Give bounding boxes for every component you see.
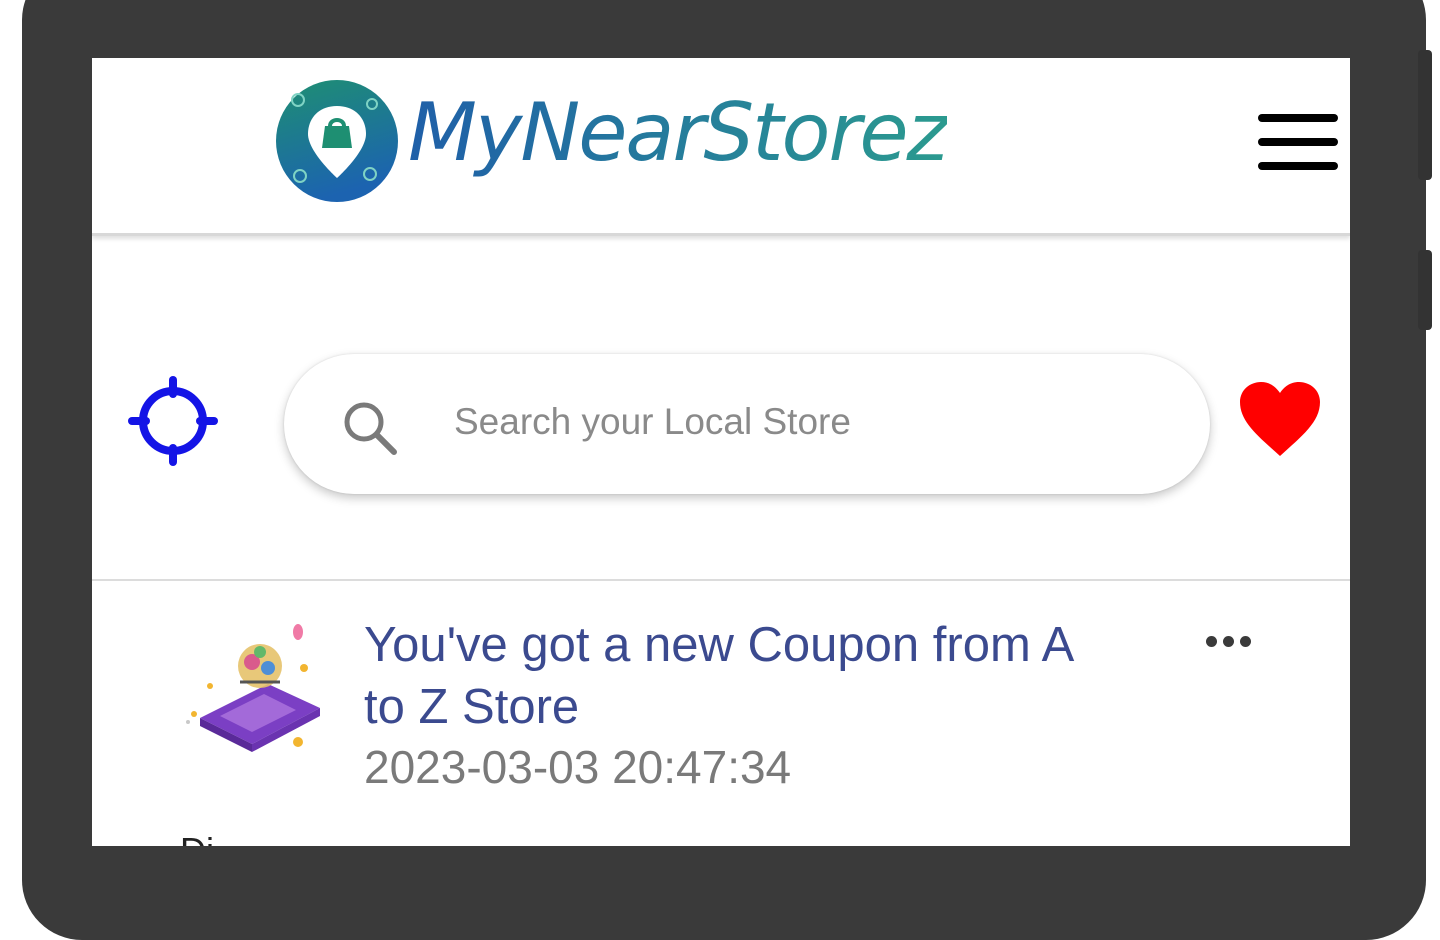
power-button [1418,250,1432,330]
search-input[interactable] [454,390,1154,454]
more-options-icon[interactable] [1202,632,1256,652]
app-header: MyNearStorez [92,58,1350,236]
heart-icon[interactable] [1238,380,1322,458]
section-divider [92,579,1350,581]
logo-map-pin-bag-icon[interactable] [274,78,400,204]
search-icon[interactable] [340,398,400,458]
notification-timestamp: 2023-03-03 20:47:34 [364,741,792,793]
hamburger-menu-icon[interactable] [1258,114,1338,170]
app-logo-text[interactable]: MyNearStorez [408,86,949,179]
crosshair-location-icon[interactable] [128,376,218,466]
app-screen: MyNearStorez Search your Local Store You… [92,58,1350,846]
coupon-gift-icon [186,624,320,752]
next-notification-partial: Di [180,830,214,846]
volume-button [1418,50,1432,180]
notification-title: You've got a new Coupon from A to Z Stor… [364,618,1072,734]
search-bar[interactable] [284,354,1210,494]
